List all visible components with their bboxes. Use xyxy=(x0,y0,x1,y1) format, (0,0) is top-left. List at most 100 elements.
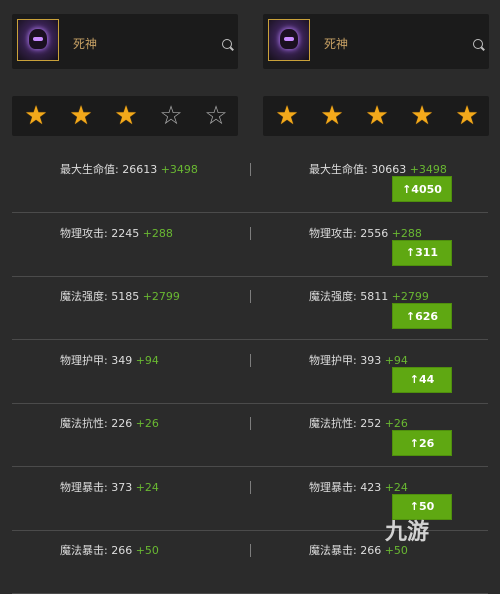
stat-value: 30663 xyxy=(371,163,407,176)
column-divider xyxy=(250,353,251,367)
stat-bonus: +3498 xyxy=(409,163,447,176)
stat-label: 物理护甲 xyxy=(309,353,353,367)
stat-left: 物理攻击: 2245 +288 xyxy=(60,226,173,240)
stat-bonus: +24 xyxy=(384,480,408,494)
stat-diff-value: 26 xyxy=(418,436,435,450)
stat-diff-badge: ↑ 50 xyxy=(392,493,452,520)
star-full-icon: ★ xyxy=(410,101,434,131)
arrow-up-icon: ↑ xyxy=(409,373,419,386)
stat-diff-value: 311 xyxy=(415,246,439,259)
stat-right: 魔法抗性: 252 +26 xyxy=(309,417,408,430)
stat-bonus: +94 xyxy=(384,353,408,367)
stat-value: 2245 xyxy=(111,226,140,240)
stat-value: 373 xyxy=(111,480,133,494)
stat-row: 魔法暴击: 266 +50 魔法暴击: 266 +50 xyxy=(12,531,488,594)
stat-value: 226 xyxy=(111,417,133,430)
stat-right: 最大生命值: 30663 +3498 xyxy=(309,163,447,176)
stat-label: 魔法暴击 xyxy=(309,544,353,557)
star-empty-icon: ☆ xyxy=(204,101,228,131)
star-full-icon: ★ xyxy=(455,101,479,131)
stat-row: 物理攻击: 2245 +288 物理攻击: 2556 +288 ↑ 311 xyxy=(12,214,488,277)
star-full-icon: ★ xyxy=(365,101,389,131)
stat-diff-badge: ↑ 626 xyxy=(392,303,452,329)
stat-value: 423 xyxy=(360,480,382,494)
stat-bonus: +50 xyxy=(384,544,408,557)
stat-value: 266 xyxy=(111,544,133,557)
star-full-icon: ★ xyxy=(69,101,93,131)
stat-left: 物理护甲: 349 +94 xyxy=(60,353,159,367)
column-divider xyxy=(250,290,251,303)
hero-avatar xyxy=(268,19,310,61)
stat-diff-badge: ↑ 26 xyxy=(392,430,452,456)
stat-label: 物理攻击 xyxy=(60,226,104,240)
stat-label: 物理攻击 xyxy=(309,226,353,240)
stat-bonus: +288 xyxy=(391,226,422,240)
star-empty-icon: ☆ xyxy=(159,101,183,131)
hero-card-left[interactable]: 死神 xyxy=(12,14,238,69)
column-divider xyxy=(250,544,251,557)
stat-diff-value: 626 xyxy=(415,309,439,323)
stat-value: 5185 xyxy=(111,290,140,303)
stat-bonus: +26 xyxy=(384,417,408,430)
arrow-up-icon: ↑ xyxy=(402,182,412,196)
star-full-icon: ★ xyxy=(320,101,344,131)
search-icon[interactable] xyxy=(473,39,483,49)
stat-diff-value: 44 xyxy=(418,373,435,386)
hero-name: 死神 xyxy=(324,37,349,51)
stat-value: 266 xyxy=(360,544,382,557)
stat-label: 魔法暴击 xyxy=(60,544,104,557)
stat-diff-badge: ↑ 44 xyxy=(392,366,452,393)
stat-bonus: +24 xyxy=(135,480,159,494)
stat-label: 魔法抗性 xyxy=(309,417,353,430)
stat-bonus: +2799 xyxy=(391,290,429,303)
stat-diff-value: 4050 xyxy=(411,182,442,196)
arrow-up-icon: ↑ xyxy=(405,309,416,323)
stat-row: 最大生命值: 26613 +3498 最大生命值: 30663 +3498 ↑ 405… xyxy=(12,150,488,213)
stat-row: 魔法强度: 5185 +2799 魔法强度: 5811 +2799 ↑ 626 xyxy=(12,277,488,340)
stat-right: 物理暴击: 423 +24 xyxy=(309,480,408,494)
stat-diff-badge: ↑ 4050 xyxy=(392,176,452,202)
stat-value: 5811 xyxy=(360,290,389,303)
stat-bonus: +26 xyxy=(135,417,159,430)
stat-label: 物理护甲 xyxy=(60,353,104,367)
arrow-up-icon: ↑ xyxy=(409,436,419,450)
star-full-icon: ★ xyxy=(114,101,138,131)
stat-diff-badge: ↑ 311 xyxy=(392,239,452,266)
stat-row: 物理暴击: 373 +24 物理暴击: 423 +24 ↑ 50 xyxy=(12,468,488,531)
stat-right: 物理攻击: 2556 +288 xyxy=(309,226,422,240)
stat-value: 252 xyxy=(360,417,382,430)
stat-value: 349 xyxy=(111,353,133,367)
stat-bonus: +3498 xyxy=(160,163,198,176)
column-divider xyxy=(250,480,251,494)
star-rating-left: ★ ★ ★ ☆ ☆ xyxy=(12,96,238,136)
stat-bonus: +288 xyxy=(142,226,173,240)
stat-diff-value: 50 xyxy=(418,500,435,513)
hero-avatar xyxy=(17,19,59,61)
stat-value: 26613 xyxy=(122,163,158,176)
arrow-up-icon: ↑ xyxy=(409,500,419,513)
star-full-icon: ★ xyxy=(275,101,299,131)
hero-card-right[interactable]: 死神 xyxy=(263,14,489,69)
star-full-icon: ★ xyxy=(24,101,48,131)
stat-left: 魔法暴击: 266 +50 xyxy=(60,544,159,557)
stat-label: 魔法抗性 xyxy=(60,417,104,430)
stat-value: 2556 xyxy=(360,226,389,240)
stat-bonus: +50 xyxy=(135,544,159,557)
stat-label: 物理暴击 xyxy=(309,480,353,494)
stat-left: 物理暴击: 373 +24 xyxy=(60,480,159,494)
stat-label: 最大生命值 xyxy=(309,163,364,176)
stat-left: 魔法抗性: 226 +26 xyxy=(60,417,159,430)
stat-label: 魔法强度 xyxy=(309,290,353,303)
hero-name: 死神 xyxy=(73,37,98,51)
stat-row: 魔法抗性: 226 +26 魔法抗性: 252 +26 ↑ 26 xyxy=(12,404,488,467)
stat-value: 393 xyxy=(360,353,382,367)
arrow-up-icon: ↑ xyxy=(405,246,416,259)
stat-label: 魔法强度 xyxy=(60,290,104,303)
stat-bonus: +94 xyxy=(135,353,159,367)
column-divider xyxy=(250,226,251,240)
column-divider xyxy=(250,417,251,430)
stat-right: 魔法强度: 5811 +2799 xyxy=(309,290,429,303)
stat-left: 最大生命值: 26613 +3498 xyxy=(60,163,198,176)
search-icon[interactable] xyxy=(222,39,232,49)
stat-label: 最大生命值 xyxy=(60,163,115,176)
